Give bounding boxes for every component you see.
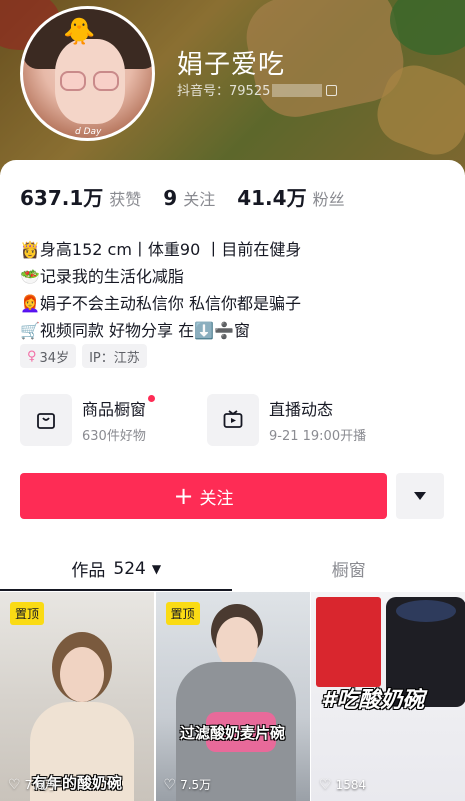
tab-works-label: 作品 bbox=[71, 561, 106, 581]
profile-card: 637.1万 获赞 9 关注 41.4万 粉丝 👸身高152 cm丨体重90 丨… bbox=[0, 160, 465, 801]
person-face bbox=[60, 647, 104, 702]
stat-value: 9 bbox=[163, 186, 178, 210]
age-text: 34岁 bbox=[39, 350, 70, 366]
live-text: 直播动态 9-21 19:00开播 bbox=[269, 396, 366, 444]
female-icon: ♀ bbox=[27, 348, 37, 364]
live-title: 直播动态 bbox=[269, 400, 334, 419]
nickname: 娟子爱吃 bbox=[177, 50, 286, 80]
stat-following[interactable]: 9 关注 bbox=[163, 186, 215, 210]
shopping-bag-icon bbox=[20, 394, 72, 446]
stat-label: 获赞 bbox=[109, 190, 142, 209]
caret-down-icon: ▼ bbox=[151, 561, 162, 576]
tab-showcase-label: 橱窗 bbox=[331, 561, 366, 581]
shop-window-subtitle: 630件好物 bbox=[82, 429, 146, 444]
id-redaction bbox=[272, 84, 323, 97]
video-thumbnail[interactable]: #吃酸奶碗 ♡ 1584 bbox=[311, 592, 465, 801]
like-count: ♡ 7.5万 bbox=[164, 776, 212, 793]
stat-value: 41.4万 bbox=[237, 186, 307, 210]
live-entry[interactable]: 直播动态 9-21 19:00开播 bbox=[207, 394, 394, 446]
stat-label: 关注 bbox=[183, 190, 216, 209]
age-tag: ♀ 34岁 bbox=[20, 344, 77, 368]
tab-underline bbox=[0, 589, 232, 591]
heart-icon: ♡ bbox=[8, 776, 21, 793]
stats-row: 637.1万 获赞 9 关注 41.4万 粉丝 bbox=[20, 182, 367, 211]
like-count: ♡ 1584 bbox=[319, 777, 366, 793]
bio: 👸身高152 cm丨体重90 丨目前在健身 🥗记录我的生活化减脂 👩‍🦰娟子不会… bbox=[20, 236, 301, 344]
cereal-box bbox=[316, 597, 381, 687]
shop-window-text: 商品橱窗 630件好物 bbox=[82, 395, 156, 444]
tab-works[interactable]: 作品 524 ▼ bbox=[0, 546, 233, 591]
like-count: ♡ 7.6万 bbox=[8, 776, 56, 793]
profile-tags: ♀ 34岁 IP：江苏 bbox=[20, 344, 153, 368]
video-thumbnail[interactable]: 置顶 有年的酸奶碗 ♡ 7.6万 bbox=[0, 592, 154, 801]
ip-text: IP：江苏 bbox=[89, 350, 140, 366]
douyin-id-text: 抖音号：79525 bbox=[177, 84, 271, 99]
stat-label: 粉丝 bbox=[312, 190, 345, 209]
ip-tag: IP：江苏 bbox=[82, 344, 147, 368]
like-count-text: 7.6万 bbox=[24, 778, 56, 792]
video-overlay-text: #吃酸奶碗 bbox=[321, 688, 425, 713]
bio-line: 👸身高152 cm丨体重90 丨目前在健身 bbox=[20, 240, 302, 259]
bio-line: 🥗记录我的生活化减脂 bbox=[20, 267, 184, 286]
like-count-text: 7.5万 bbox=[180, 778, 212, 792]
stat-value: 637.1万 bbox=[20, 186, 104, 210]
shop-window-title: 商品橱窗 bbox=[82, 395, 156, 420]
tab-showcase[interactable]: 橱窗 bbox=[233, 546, 465, 591]
more-options-button[interactable] bbox=[396, 473, 444, 519]
content-tabs: 作品 524 ▼ 橱窗 bbox=[0, 546, 465, 591]
live-subtitle: 9-21 19:00开播 bbox=[269, 429, 367, 444]
avatar-glasses bbox=[93, 71, 119, 91]
pinned-badge: 置顶 bbox=[10, 602, 45, 625]
avatar-glasses bbox=[60, 71, 86, 91]
bio-line: 🛒视频同款 好物分享 在⬇️➗窗 bbox=[20, 321, 250, 340]
follow-label: 关注 bbox=[199, 488, 234, 509]
video-thumbnail[interactable]: 置顶 过滤酸奶麦片碗 ♡ 7.5万 bbox=[155, 592, 310, 801]
tv-icon bbox=[207, 394, 259, 446]
plus-icon: + bbox=[173, 482, 194, 510]
avatar[interactable]: 🐥 d Day bbox=[20, 6, 155, 141]
copy-icon[interactable] bbox=[326, 85, 338, 96]
follow-button[interactable]: + 关注 bbox=[20, 473, 387, 519]
profile-header-background: 🐥 d Day 娟子爱吃 抖音号：79525 bbox=[0, 0, 465, 175]
video-subtitle: 过滤酸奶麦片碗 bbox=[179, 724, 285, 742]
like-count-text: 1584 bbox=[335, 778, 367, 792]
bio-line: 👩‍🦰娟子不会主动私信你 私信你都是骗子 bbox=[20, 294, 302, 313]
stat-followers[interactable]: 41.4万 粉丝 bbox=[237, 182, 344, 211]
pinned-badge: 置顶 bbox=[165, 602, 200, 625]
jar-lid bbox=[396, 600, 456, 622]
heart-icon: ♡ bbox=[163, 776, 177, 793]
duck-sticker: 🐥 bbox=[63, 17, 96, 47]
notification-dot bbox=[148, 395, 156, 402]
douyin-id[interactable]: 抖音号：79525 bbox=[177, 80, 338, 99]
stat-likes[interactable]: 637.1万 获赞 bbox=[20, 182, 141, 211]
heart-icon: ♡ bbox=[319, 777, 332, 793]
feature-row: 商品橱窗 630件好物 直播动态 9-21 19:00开播 bbox=[20, 394, 394, 446]
shop-window-entry[interactable]: 商品橱窗 630件好物 bbox=[20, 394, 207, 446]
triangle-down-icon bbox=[414, 492, 426, 500]
avatar-caption: d Day bbox=[75, 127, 102, 137]
video-grid: 置顶 有年的酸奶碗 ♡ 7.6万 置顶 过滤酸奶麦片碗 ♡ 7.5万 #吃酸奶碗 bbox=[0, 592, 465, 801]
tab-works-count: 524 bbox=[113, 558, 146, 579]
